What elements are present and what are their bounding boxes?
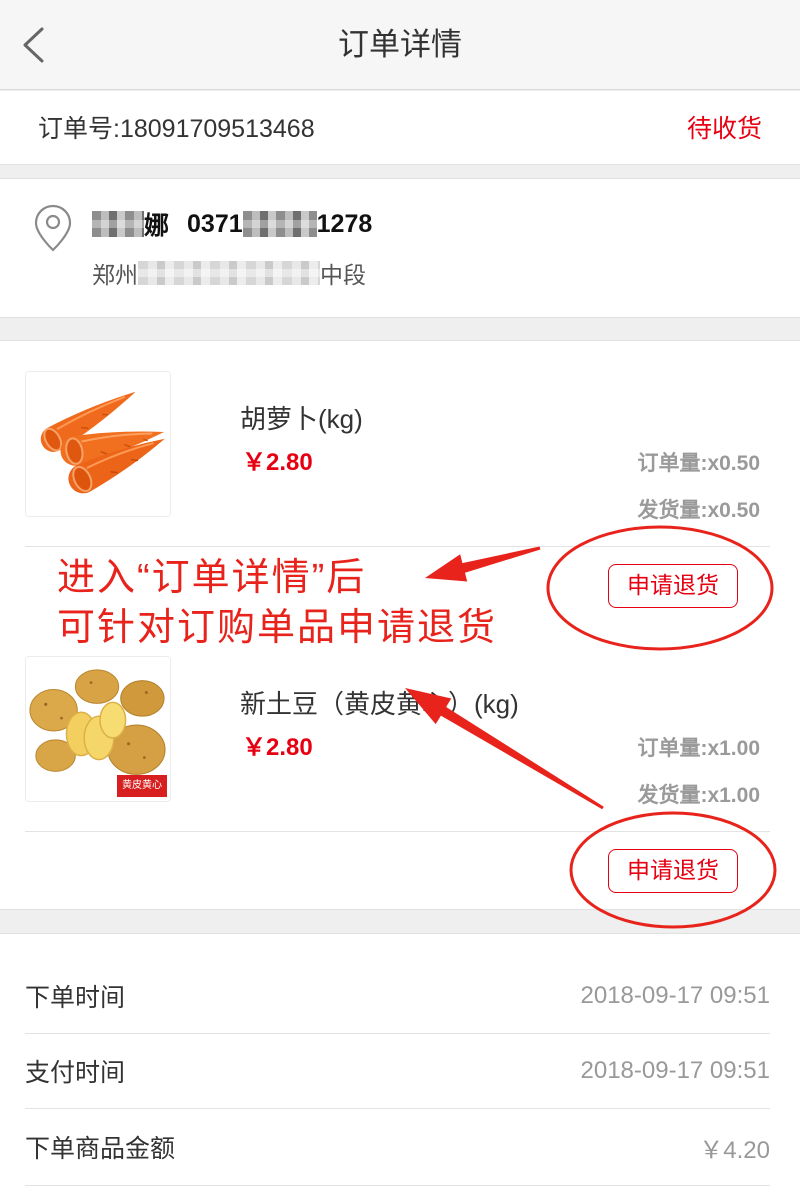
request-return-button[interactable]: 申请退货 xyxy=(608,849,738,893)
info-label: 支付时间 xyxy=(25,1059,126,1087)
recipient-name: 娜 xyxy=(144,212,170,240)
product-price: ￥2.80 xyxy=(242,734,313,761)
address-line: 郑州 中段 xyxy=(92,259,366,288)
blurred-text xyxy=(138,261,320,285)
shipped-quantity: 发货量:x0.50 xyxy=(637,499,760,522)
shipping-address: 娜 0371 1278 郑州 中段 xyxy=(0,178,800,318)
info-label: 下单时间 xyxy=(25,984,126,1012)
address-end: 中段 xyxy=(320,262,366,288)
blurred-text xyxy=(242,211,317,237)
order-info-section: 下单时间 2018-09-17 09:51 支付时间 2018-09-17 09… xyxy=(0,933,800,1194)
product-price: ￥2.80 xyxy=(242,449,313,476)
order-number-label: 订单号: xyxy=(38,115,120,143)
info-value: 2018-09-17 09:51 xyxy=(580,982,771,1009)
product-list: 胡萝卜(kg) ￥2.80 订单量:x0.50 发货量:x0.50 申请退货 黄… xyxy=(0,340,800,910)
blurred-text xyxy=(92,211,144,237)
product-name: 新土豆（黄皮黄心）(kg) xyxy=(240,689,519,719)
payment-time-row: 支付时间 2018-09-17 09:51 xyxy=(25,1034,770,1109)
status-badge: 待收货 xyxy=(686,115,762,143)
order-number-value: 18091709513468 xyxy=(119,115,315,143)
divider xyxy=(25,831,770,832)
order-number: 订单号:18091709513468 xyxy=(38,91,315,164)
page-title: 订单详情 xyxy=(338,27,462,62)
product-item: 胡萝卜(kg) ￥2.80 订单量:x0.50 发货量:x0.50 申请退货 xyxy=(0,341,800,626)
order-amount-row: 下单商品金额 ￥4.20 xyxy=(25,1109,770,1186)
chevron-left-icon xyxy=(23,27,44,63)
recipient-phone-end: 1278 xyxy=(316,209,373,238)
info-label: 下单商品金额 xyxy=(25,1135,176,1163)
nav-header: 订单详情 xyxy=(0,0,800,90)
product-image xyxy=(25,371,171,517)
info-value: ￥4.20 xyxy=(699,1136,770,1164)
order-quantity: 订单量:x0.50 xyxy=(637,452,760,475)
order-number-row: 订单号:18091709513468 待收货 xyxy=(0,91,800,165)
info-value: 2018-09-17 09:51 xyxy=(580,1057,771,1084)
recipient-phone-start: 0371 xyxy=(187,209,243,238)
request-return-button[interactable]: 申请退货 xyxy=(608,564,738,608)
recipient-line: 娜 0371 1278 xyxy=(92,208,372,240)
carrot-image xyxy=(26,372,170,516)
back-button[interactable] xyxy=(14,24,54,66)
order-time-row: 下单时间 2018-09-17 09:51 xyxy=(25,959,770,1034)
order-quantity: 订单量:x1.00 xyxy=(637,737,760,760)
location-pin-icon xyxy=(33,203,73,253)
shipped-quantity: 发货量:x1.00 xyxy=(637,784,760,807)
product-image: 黄皮黄心 xyxy=(25,656,171,802)
address-start: 郑州 xyxy=(92,262,138,288)
product-item: 黄皮黄心 新土豆（黄皮黄心）(kg) ￥2.80 订单量:x1.00 发货量:x… xyxy=(0,626,800,911)
product-image-badge: 黄皮黄心 xyxy=(117,775,167,797)
divider xyxy=(25,546,770,547)
product-name: 胡萝卜(kg) xyxy=(240,404,363,434)
